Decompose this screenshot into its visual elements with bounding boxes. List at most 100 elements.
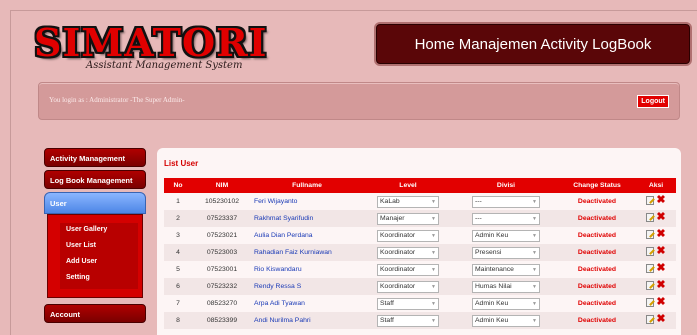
submenu-item-user-list[interactable]: User List [60, 239, 138, 255]
cell-no: 6 [164, 278, 192, 295]
cell-level: Koordinator ▼ [362, 227, 454, 244]
cell-no: 5 [176, 266, 180, 273]
column-header-aksi: Aksi [636, 178, 676, 193]
logout-button[interactable]: Logout [637, 95, 669, 108]
delete-icon[interactable]: ✖ [656, 297, 665, 308]
cell-fullname-link[interactable]: Feri Wijayanto [252, 193, 362, 210]
cell-fullname-link[interactable]: Aulia Dian Perdana [252, 227, 362, 244]
cell-fullname-link[interactable]: Rahadian Faiz Kurniawan [252, 244, 362, 261]
level-select[interactable]: KaLab ▼ [377, 195, 439, 208]
cell-level: Koordinator ▼ [362, 278, 454, 295]
edit-icon[interactable] [646, 230, 655, 239]
user-submenu-panel: User Gallery User List Add User Setting [60, 223, 138, 289]
edit-icon[interactable] [646, 264, 655, 273]
change-status-link[interactable]: Deactivated [558, 227, 636, 244]
sidebar-item-activity-management[interactable]: Activity Management [44, 148, 146, 167]
divisi-select[interactable]: --- ▼ [472, 212, 540, 225]
edit-icon[interactable] [646, 281, 655, 290]
divisi-select[interactable]: Admin Keu ▼ [472, 229, 540, 242]
cell-aksi: ✖ [636, 193, 676, 210]
level-select[interactable]: Koordinator ▼ [377, 280, 439, 293]
cell-divisi: Admin Keu ▼ [454, 312, 558, 329]
table-row: 2 07523337 Rakhmat Syarifudin Manajer ▼ --- ▼ D… [164, 210, 676, 227]
chevron-down-icon: ▼ [431, 249, 436, 256]
change-status-link[interactable]: Deactivated [558, 210, 636, 227]
edit-icon[interactable] [646, 298, 655, 307]
level-select[interactable]: Manajer ▼ [377, 212, 439, 225]
submenu-item-setting[interactable]: Setting [60, 271, 138, 287]
change-status-link[interactable]: Deactivated [558, 261, 636, 278]
divisi-select[interactable]: --- ▼ [472, 195, 540, 208]
cell-aksi: ✖ [636, 295, 676, 312]
column-header-level: Level [362, 178, 454, 193]
level-select[interactable]: Staff ▼ [377, 314, 439, 327]
change-status-link[interactable]: Deactivated [558, 278, 636, 295]
level-select[interactable]: Staff ▼ [377, 297, 439, 310]
edit-icon[interactable] [646, 247, 655, 256]
sidebar-item-user[interactable]: User [44, 192, 146, 214]
change-status-link[interactable]: Deactivated [558, 295, 636, 312]
cell-nim: 07523001 [206, 266, 238, 273]
logo-text: SIMATORI [34, 20, 268, 65]
cell-fullname-link[interactable]: Andi Nurilma Pahri [252, 312, 362, 329]
divisi-select[interactable]: Presensi ▼ [472, 246, 540, 259]
section-title: List User [164, 159, 199, 168]
level-select[interactable]: Koordinator ▼ [377, 229, 439, 242]
edit-icon[interactable] [646, 315, 655, 324]
divisi-select[interactable]: Humas Nilai ▼ [472, 280, 540, 293]
submenu-item-user-gallery[interactable]: User Gallery [60, 223, 138, 239]
cell-fullname-link[interactable]: Rakhmat Syarifudin [252, 210, 362, 227]
sidebar-item-account[interactable]: Account [44, 304, 146, 323]
table-row: 1 105230102 Feri Wijayanto KaLab ▼ --- ▼ Deacti… [164, 193, 676, 210]
cell-nim: 07523003 [192, 244, 252, 261]
delete-icon[interactable]: ✖ [656, 246, 665, 257]
table-header-row: No NIM Fullname Level Divisi Change Stat… [164, 178, 676, 193]
divisi-select[interactable]: Admin Keu ▼ [472, 297, 540, 310]
cell-level: Staff ▼ [362, 312, 454, 329]
delete-icon[interactable]: ✖ [656, 212, 665, 223]
delete-icon[interactable]: ✖ [656, 229, 665, 240]
divisi-select[interactable]: Maintenance ▼ [472, 263, 540, 276]
cell-no: 8 [164, 312, 192, 329]
cell-aksi: ✖ [636, 227, 676, 244]
chevron-down-icon: ▼ [532, 317, 537, 324]
delete-icon[interactable]: ✖ [656, 195, 665, 206]
change-status-link[interactable]: Deactivated [558, 312, 636, 329]
table-row: 3 07523021 Aulia Dian Perdana Koordinator ▼ A… [164, 227, 676, 244]
chevron-down-icon: ▼ [431, 317, 436, 324]
change-status-link[interactable]: Deactivated [558, 244, 636, 261]
cell-divisi: --- ▼ [454, 210, 558, 227]
edit-icon[interactable] [646, 213, 655, 222]
submenu-item-add-user[interactable]: Add User [60, 255, 138, 271]
level-select-value: Staff [380, 299, 394, 307]
cell-no: 3 [176, 232, 180, 239]
chevron-down-icon: ▼ [532, 283, 537, 290]
chevron-down-icon: ▼ [532, 232, 537, 239]
table-row: 7 08523270 Arpa Adi Tyawan Staff ▼ Admin Keu ▼… [164, 295, 676, 312]
user-table: No NIM Fullname Level Divisi Change Stat… [164, 178, 676, 329]
chevron-down-icon: ▼ [431, 266, 436, 273]
table-body: 1 105230102 Feri Wijayanto KaLab ▼ --- ▼ Deacti… [164, 193, 676, 329]
divisi-select-value: Maintenance [475, 265, 514, 273]
table-row: 4 07523003 Rahadian Faiz Kurniawan Koordina… [164, 244, 676, 261]
cell-divisi: Presensi ▼ [454, 244, 558, 261]
cell-level: Koordinator ▼ [362, 244, 454, 261]
chevron-down-icon: ▼ [431, 215, 436, 222]
level-select[interactable]: Koordinator ▼ [377, 246, 439, 259]
delete-icon[interactable]: ✖ [656, 314, 665, 325]
divisi-select-value: Admin Keu [475, 231, 509, 239]
login-status-text: You login as : Administrator -The Super … [49, 96, 185, 104]
delete-icon[interactable]: ✖ [656, 263, 665, 274]
delete-icon[interactable]: ✖ [656, 280, 665, 291]
sidebar-item-log-book-management[interactable]: Log Book Management [44, 170, 146, 189]
divisi-select[interactable]: Admin Keu ▼ [472, 314, 540, 327]
chevron-down-icon: ▼ [431, 300, 436, 307]
change-status-link[interactable]: Deactivated [558, 193, 636, 210]
level-select[interactable]: Koordinator ▼ [377, 263, 439, 276]
cell-fullname-link[interactable]: Rio Kiswandaru [252, 261, 362, 278]
column-header-no: No [164, 178, 192, 193]
cell-fullname-link[interactable]: Rendy Ressa S [252, 278, 362, 295]
cell-nim: 07523337 [192, 210, 252, 227]
cell-fullname-link[interactable]: Arpa Adi Tyawan [252, 295, 362, 312]
edit-icon[interactable] [646, 196, 655, 205]
